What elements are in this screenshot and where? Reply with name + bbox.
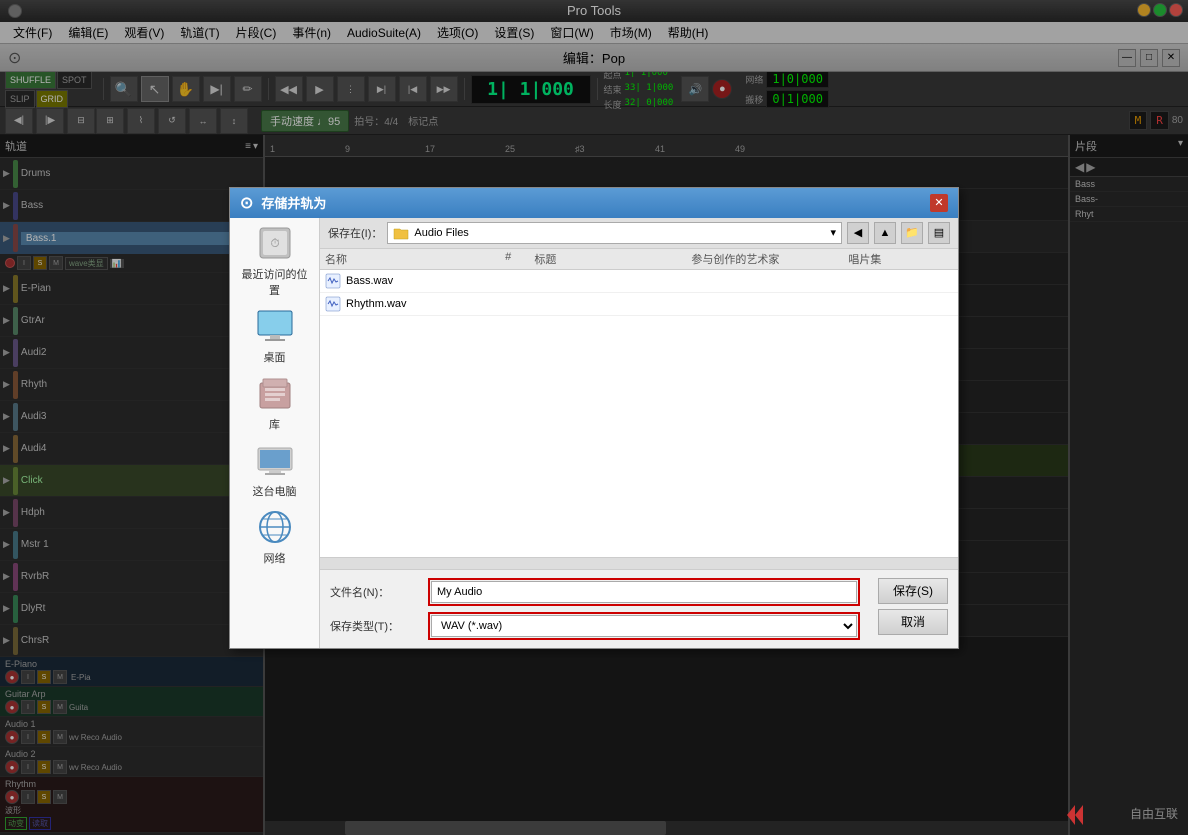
browser-sidebar: ⏱ 最近访问的位置 桌面	[230, 218, 320, 648]
dialog-close-button[interactable]: ✕	[930, 194, 948, 212]
desktop-label: 桌面	[264, 349, 286, 365]
col-artist-header: 参与创作的艺术家	[691, 251, 848, 267]
location-value: Audio Files	[414, 227, 468, 239]
watermark-text: 自由互联	[1130, 807, 1178, 821]
filename-input-wrap	[428, 578, 860, 606]
file-list: Bass.wav Rhythm.wav	[320, 270, 958, 557]
watermark: 自由互联	[1067, 805, 1178, 825]
save-in-label: 保存在(I)：	[328, 225, 382, 241]
dialog-pro-tools-icon: ⊙	[240, 193, 253, 213]
dialog-bottom: 文件名(N)： 保存类型(T)： WAV (*.wav)	[320, 569, 958, 648]
folder-small-icon	[393, 225, 409, 241]
file-item-rhythm-wav[interactable]: Rhythm.wav	[320, 293, 958, 316]
cancel-button[interactable]: 取消	[878, 609, 948, 635]
library-label: 库	[269, 416, 280, 432]
modal-overlay: ⊙ 存储并轨为 ✕ ⏱ 最近访问的位置	[0, 0, 1188, 835]
filename-input[interactable]	[431, 581, 857, 603]
computer-label: 这台电脑	[253, 483, 297, 499]
save-button[interactable]: 保存(S)	[878, 578, 948, 604]
network-label: 网络	[264, 550, 286, 566]
filetype-label: 保存类型(T)：	[330, 618, 420, 634]
network-icon	[255, 507, 295, 547]
col-title-header: 标题	[534, 251, 691, 267]
col-number-header: #	[482, 251, 534, 267]
save-dialog: ⊙ 存储并轨为 ✕ ⏱ 最近访问的位置	[229, 187, 959, 649]
dialog-action-buttons: 保存(S) 取消	[878, 578, 948, 635]
filename-row: 文件名(N)：	[330, 578, 860, 606]
wav-file-icon-bass	[325, 273, 341, 289]
browser-view-toggle-button[interactable]: ▤	[928, 222, 950, 244]
dialog-title-bar: ⊙ 存储并轨为 ✕	[230, 188, 958, 218]
filetype-row: 保存类型(T)： WAV (*.wav) AIFF (*.aif) MP3 (*…	[330, 612, 860, 640]
filetype-select[interactable]: WAV (*.wav) AIFF (*.aif) MP3 (*.mp3)	[431, 615, 857, 637]
file-browser-main: 保存在(I)： Audio Files ▾ ◀ ▲ 📁 ▤	[320, 218, 958, 648]
filetype-select-wrap: WAV (*.wav) AIFF (*.aif) MP3 (*.mp3)	[428, 612, 860, 640]
sidebar-computer-item[interactable]: 这台电脑	[240, 440, 310, 499]
browser-up-button[interactable]: ▲	[874, 222, 896, 244]
sidebar-library-item[interactable]: 库	[240, 373, 310, 432]
desktop-icon	[255, 306, 295, 346]
watermark-icon	[1067, 805, 1127, 825]
dialog-title-label: 存储并轨为	[261, 193, 326, 212]
browser-new-folder-button[interactable]: 📁	[901, 222, 923, 244]
browser-back-button[interactable]: ◀	[847, 222, 869, 244]
sidebar-recent-item[interactable]: ⏱ 最近访问的位置	[240, 223, 310, 298]
sidebar-desktop-item[interactable]: 桌面	[240, 306, 310, 365]
location-dropdown[interactable]: Audio Files ▾	[387, 222, 842, 244]
filename-label: 文件名(N)：	[330, 584, 420, 600]
sidebar-network-item[interactable]: 网络	[240, 507, 310, 566]
recent-label: 最近访问的位置	[240, 266, 310, 298]
recent-icon: ⏱	[255, 223, 295, 263]
col-album-header: 唱片集	[848, 251, 953, 267]
library-icon	[255, 373, 295, 413]
file-name-rhythm-wav: Rhythm.wav	[346, 298, 407, 310]
file-name-bass-wav: Bass.wav	[346, 275, 393, 287]
file-item-bass-wav[interactable]: Bass.wav	[320, 270, 958, 293]
file-list-header: 名称 # 标题 参与创作的艺术家 唱片集	[320, 249, 958, 270]
browser-toolbar: 保存在(I)： Audio Files ▾ ◀ ▲ 📁 ▤	[320, 218, 958, 249]
filename-section: 文件名(N)： 保存类型(T)： WAV (*.wav)	[330, 578, 860, 640]
wav-file-icon-rhythm	[325, 296, 341, 312]
file-list-scrollbar[interactable]	[320, 557, 958, 569]
computer-icon	[255, 440, 295, 480]
svg-text:⏱: ⏱	[270, 236, 279, 250]
col-name-header: 名称	[325, 251, 482, 267]
dropdown-arrow-icon: ▾	[830, 226, 836, 239]
dialog-body: ⏱ 最近访问的位置 桌面	[230, 218, 958, 648]
